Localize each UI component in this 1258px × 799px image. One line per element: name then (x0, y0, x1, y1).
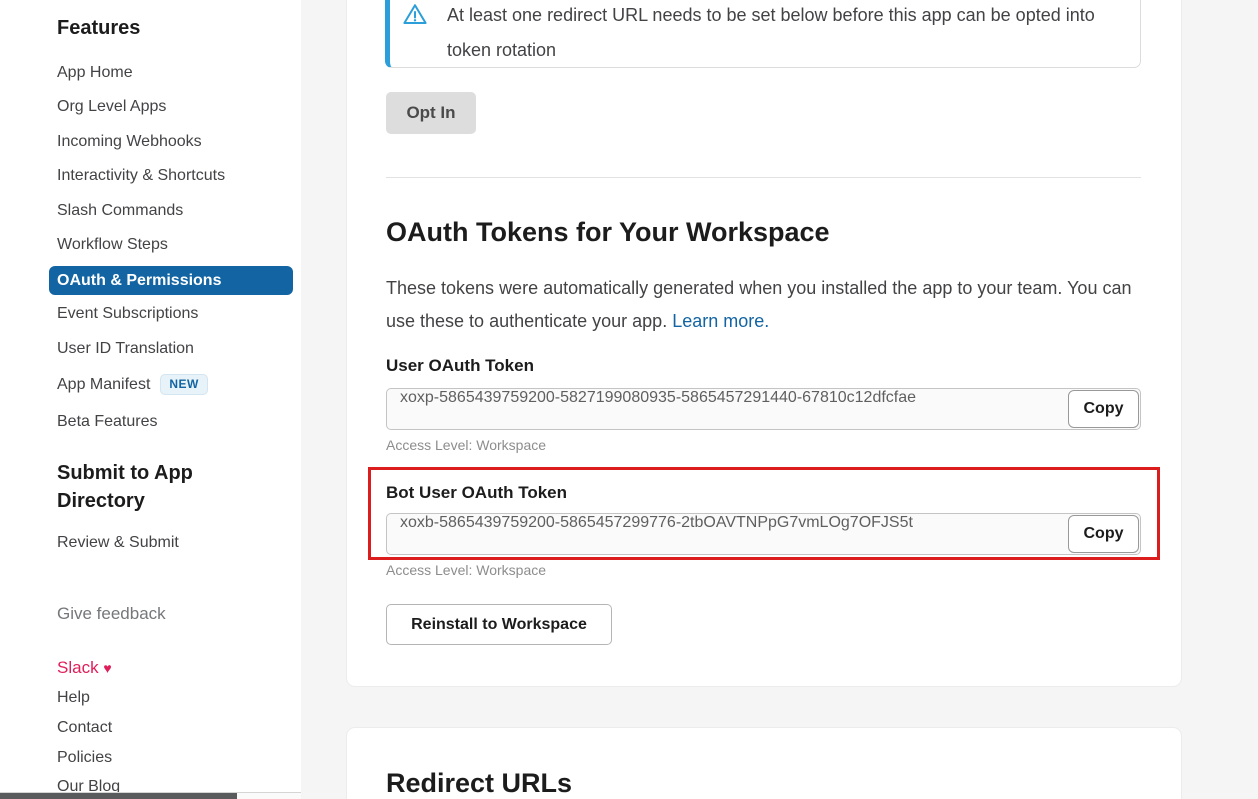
sidebar-item-event-subscriptions[interactable]: Event Subscriptions (57, 305, 198, 323)
sidebar-item-app-manifest[interactable]: App Manifest NEW (57, 374, 208, 395)
section-divider (386, 177, 1141, 178)
oauth-tokens-heading: OAuth Tokens for Your Workspace (386, 217, 830, 248)
oauth-tokens-description: These tokens were automatically generate… (386, 272, 1151, 338)
redirect-urls-heading: Redirect URLs (386, 768, 572, 799)
sidebar-link-help[interactable]: Help (57, 689, 90, 707)
opt-in-button[interactable]: Opt In (386, 92, 476, 134)
horizontal-scrollbar-thumb[interactable] (0, 793, 237, 799)
sidebar-item-interactivity-shortcuts[interactable]: Interactivity & Shortcuts (57, 167, 225, 185)
sidebar-link-policies[interactable]: Policies (57, 749, 112, 767)
sidebar-link-contact[interactable]: Contact (57, 719, 112, 737)
app-manifest-label: App Manifest (57, 376, 150, 393)
sidebar-link-give-feedback[interactable]: Give feedback (57, 604, 166, 624)
sidebar-item-incoming-webhooks[interactable]: Incoming Webhooks (57, 133, 202, 151)
bot-token-access-level: Access Level: Workspace (386, 562, 546, 578)
sidebar-item-user-id-translation[interactable]: User ID Translation (57, 340, 194, 358)
sidebar-item-org-level-apps[interactable]: Org Level Apps (57, 98, 166, 116)
reinstall-to-workspace-button[interactable]: Reinstall to Workspace (386, 604, 612, 645)
sidebar-item-oauth-permissions-selected[interactable]: OAuth & Permissions (49, 266, 293, 295)
copy-user-token-button[interactable]: Copy (1068, 390, 1139, 428)
slack-label: Slack (57, 658, 99, 677)
sidebar-heading-submit-to-app-directory: Submit to App Directory (57, 459, 227, 515)
sidebar-link-slack[interactable]: Slack ♥ (57, 658, 112, 678)
sidebar-item-review-submit[interactable]: Review & Submit (57, 534, 179, 552)
user-oauth-token-field[interactable]: xoxp-5865439759200-5827199080935-5865457… (386, 388, 1141, 430)
sidebar-heading-features: Features (57, 17, 140, 40)
user-token-access-level: Access Level: Workspace (386, 437, 546, 453)
heart-icon: ♥ (103, 660, 111, 676)
alert-message: At least one redirect URL needs to be se… (447, 0, 1097, 68)
bot-user-oauth-token-label: Bot User OAuth Token (386, 483, 567, 503)
sidebar-item-workflow-steps[interactable]: Workflow Steps (57, 236, 168, 254)
learn-more-link[interactable]: Learn more. (672, 311, 769, 331)
user-oauth-token-label: User OAuth Token (386, 356, 534, 376)
bot-user-oauth-token-field[interactable]: xoxb-5865439759200-5865457299776-2tbOAVT… (386, 513, 1141, 555)
sidebar-item-app-home[interactable]: App Home (57, 64, 133, 82)
sidebar-item-beta-features[interactable]: Beta Features (57, 413, 158, 431)
warning-triangle-icon (402, 2, 428, 26)
sidebar (0, 0, 301, 799)
sidebar-item-slash-commands[interactable]: Slash Commands (57, 202, 183, 220)
new-badge: NEW (160, 374, 208, 395)
copy-bot-token-button[interactable]: Copy (1068, 515, 1139, 553)
